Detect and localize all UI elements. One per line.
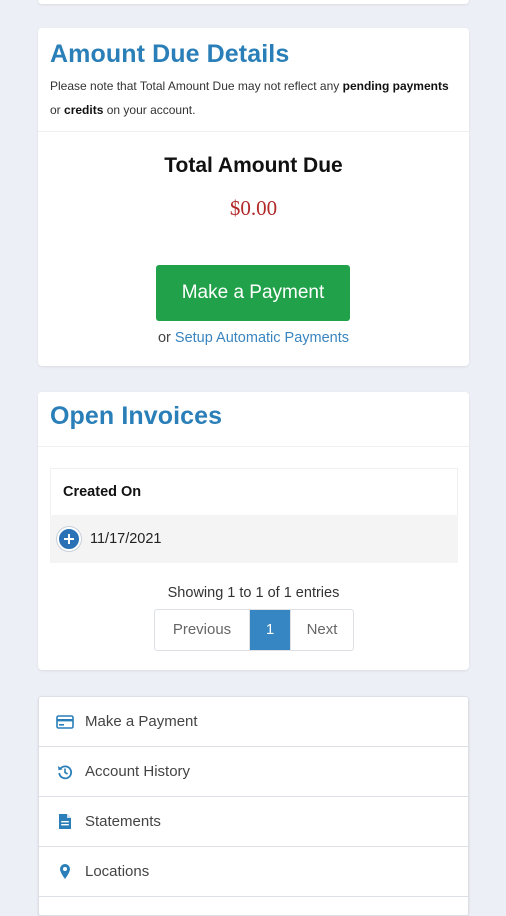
credit-card-icon — [56, 713, 74, 731]
map-pin-icon — [56, 863, 74, 881]
menu-item-label: Locations — [85, 863, 150, 880]
auto-prefix: or — [157, 330, 171, 346]
note-text: Please note that Total Amount Due may no… — [50, 79, 340, 93]
menu-item-label: Make a Payment — [85, 713, 198, 730]
note-pending-payments: pending payments — [342, 79, 449, 93]
account-menu: Make a Payment Account History Statement… — [38, 696, 469, 916]
previous-page-button[interactable]: Previous — [155, 610, 250, 650]
note-suffix: on your account. — [106, 103, 196, 117]
open-invoices-title: Open Invoices — [50, 402, 223, 430]
make-payment-button[interactable]: Make a Payment — [156, 265, 350, 321]
amount-due-title: Amount Due Details — [50, 40, 290, 68]
total-amount-value: $0.00 — [229, 196, 278, 220]
menu-item-label: Account History — [85, 763, 191, 780]
note-credits: credits — [64, 103, 104, 117]
page-1-button[interactable]: 1 — [250, 610, 290, 650]
divider — [38, 446, 469, 447]
open-invoices-card: Open Invoices Created On 11/17/2021 Show… — [38, 392, 469, 670]
setup-automatic-payments-link[interactable]: Setup Automatic Payments — [175, 330, 349, 346]
created-on-cell: 11/17/2021 — [90, 531, 162, 547]
menu-item-locations[interactable]: Locations — [39, 847, 468, 897]
automatic-payments-line: or Setup Automatic Payments — [38, 330, 469, 346]
amount-due-note: Please note that Total Amount Due may no… — [50, 74, 460, 122]
document-icon — [56, 813, 74, 831]
divider — [38, 131, 469, 132]
menu-item-make-payment[interactable]: Make a Payment — [39, 697, 468, 747]
invoices-table: Created On 11/17/2021 — [50, 468, 458, 563]
pagination: Previous 1 Next — [154, 609, 354, 651]
menu-item-statements[interactable]: Statements — [39, 797, 468, 847]
next-page-button[interactable]: Next — [290, 610, 353, 650]
previous-card — [38, 0, 469, 4]
column-header-created-on[interactable]: Created On — [50, 468, 458, 515]
history-icon — [56, 763, 74, 781]
total-amount-label: Total Amount Due — [164, 154, 343, 177]
note-or: or — [50, 103, 61, 117]
entries-info: Showing 1 to 1 of 1 entries — [167, 585, 340, 601]
menu-item-account-history[interactable]: Account History — [39, 747, 468, 797]
menu-item-label: Statements — [85, 813, 161, 830]
amount-due-card: Amount Due Details Please note that Tota… — [38, 28, 469, 366]
expand-row-icon[interactable] — [57, 527, 81, 551]
table-row: 11/17/2021 — [50, 515, 458, 563]
